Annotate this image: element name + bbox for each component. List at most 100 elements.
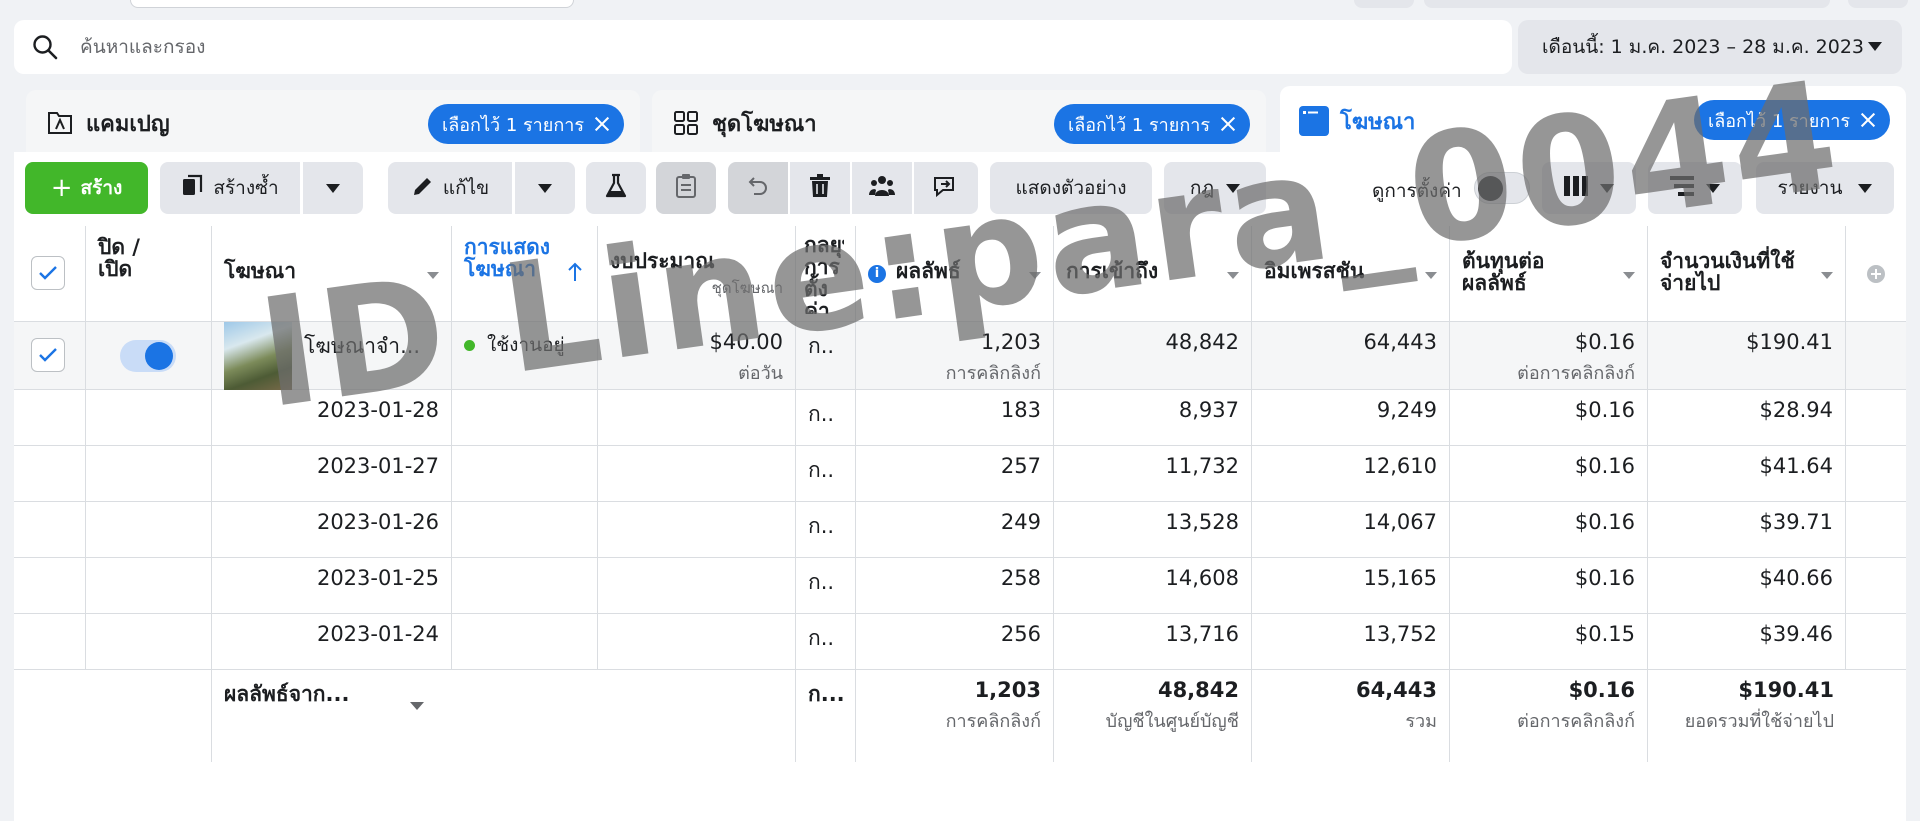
- ab-test-button[interactable]: [586, 162, 646, 214]
- ad-thumbnail[interactable]: [224, 322, 292, 390]
- header-impressions[interactable]: อิมเพรสชัน: [1252, 226, 1450, 322]
- impressions-value: 12,610: [1363, 454, 1437, 478]
- impressions-total-cell: 64,443 รวม: [1252, 670, 1450, 762]
- header-select-all: [14, 226, 86, 322]
- header-label: ผลลัพธ์: [896, 259, 961, 283]
- breakdown-button[interactable]: [1648, 162, 1742, 214]
- people-icon: [869, 174, 895, 203]
- bid-value: ก...: [808, 682, 845, 706]
- empty-cell: [452, 446, 598, 501]
- empty-cell: [598, 558, 796, 613]
- table-row-date: 2023-01-24 ก.. 256 13,716 13,752 $0.15 $…: [14, 614, 1906, 670]
- top-button-fragment[interactable]: [1606, 0, 1830, 8]
- empty-cell: [86, 558, 212, 613]
- grid-icon: [670, 107, 702, 139]
- tab-campaigns[interactable]: แคมเปญ เลือกไว้ 1 รายการ: [26, 90, 640, 156]
- empty-cell: [1846, 502, 1906, 557]
- table-row-ad[interactable]: โฆษณาจำ... ใช้งานอยู่ $40.00 ต่อวัน ก.. 1…: [14, 322, 1906, 390]
- duplicate-dropdown-button[interactable]: [303, 162, 363, 214]
- top-strip: [0, 0, 1920, 10]
- search-filter-bar[interactable]: ค้นหาและกรอง: [14, 20, 1512, 74]
- results-total-sub: การคลิกลิงก์: [945, 711, 1041, 732]
- top-input-fragment[interactable]: [130, 0, 574, 8]
- undo-button[interactable]: [728, 162, 788, 214]
- create-label: สร้าง: [80, 177, 123, 199]
- budget-cell[interactable]: $40.00 ต่อวัน: [598, 322, 796, 389]
- row-date: 2023-01-26: [316, 510, 439, 534]
- header-amount-spent[interactable]: จำนวนเงินที่ใช้จ่ายไป: [1648, 226, 1846, 322]
- rules-button[interactable]: กฎ: [1164, 162, 1266, 214]
- chevron-down-icon: [427, 272, 439, 279]
- close-icon[interactable]: [594, 116, 610, 132]
- header-add-column[interactable]: [1846, 226, 1906, 322]
- results-value: 257: [1000, 454, 1041, 478]
- header-onoff[interactable]: ปิด / เปิด: [86, 226, 212, 322]
- share-button[interactable]: [914, 162, 978, 214]
- row-checkbox[interactable]: [31, 338, 65, 372]
- ad-name-cell[interactable]: โฆษณาจำ...: [212, 322, 452, 390]
- chevron-down-icon[interactable]: [410, 702, 424, 710]
- select-all-checkbox[interactable]: [31, 256, 65, 290]
- chevron-down-icon: [1600, 183, 1614, 193]
- spent-value: $39.46: [1759, 622, 1833, 646]
- preview-button[interactable]: แสดงตัวอย่าง: [990, 162, 1152, 214]
- ad-name[interactable]: โฆษณาจำ...: [304, 330, 420, 363]
- audience-button[interactable]: [852, 162, 912, 214]
- chevron-down-icon: [538, 183, 552, 193]
- empty-cell: [1846, 558, 1906, 613]
- chevron-down-icon: [1858, 183, 1873, 193]
- header-results[interactable]: i ผลลัพธ์: [856, 226, 1054, 322]
- table-row-date: 2023-01-28 ก.. 183 8,937 9,249 $0.16 $28…: [14, 390, 1906, 446]
- duplicate-button[interactable]: สร้างซ้ำ: [160, 162, 300, 214]
- header-bid-strategy[interactable]: กลยุทธ์การตั้งค่า: [796, 226, 856, 322]
- clipboard-button[interactable]: [656, 162, 716, 214]
- header-label: จำนวนเงินที่ใช้จ่ายไป: [1660, 249, 1795, 295]
- bid-value: ก..: [808, 626, 835, 650]
- header-budget[interactable]: งบประมาณ ชุดโฆษณา: [598, 226, 796, 322]
- header-reach[interactable]: การเข้าถึง: [1054, 226, 1252, 322]
- create-button[interactable]: + สร้าง: [25, 162, 148, 214]
- tab-adsets[interactable]: ชุดโฆษณา เลือกไว้ 1 รายการ: [652, 90, 1266, 156]
- chevron-down-icon: [1623, 272, 1635, 279]
- totals-label-cell[interactable]: ผลลัพธ์จาก...: [212, 670, 452, 762]
- delete-button[interactable]: [790, 162, 850, 214]
- date-range-label: เดือนนี้: 1 ม.ค. 2023 – 28 ม.ค. 2023: [1542, 36, 1864, 58]
- status-dot: [464, 339, 475, 351]
- header-ad-name[interactable]: โฆษณา: [212, 226, 452, 322]
- close-icon[interactable]: [1220, 116, 1236, 132]
- ad-on-toggle[interactable]: [120, 340, 176, 372]
- edit-dropdown-button[interactable]: [515, 162, 575, 214]
- selected-chip[interactable]: เลือกไว้ 1 รายการ: [1054, 104, 1250, 144]
- top-button-fragment[interactable]: [1848, 0, 1908, 8]
- breakdown-icon: [1670, 175, 1694, 201]
- empty-cell: [14, 614, 86, 669]
- results-cell: 256: [856, 614, 1054, 669]
- info-icon[interactable]: i: [868, 265, 886, 283]
- spent-value: $39.71: [1759, 510, 1833, 534]
- results-cell: 1,203 การคลิกลิงก์: [856, 322, 1054, 389]
- empty-cell: [452, 614, 598, 669]
- columns-button[interactable]: [1542, 162, 1636, 214]
- view-settings-toggle[interactable]: [1474, 172, 1530, 204]
- close-icon[interactable]: [1860, 112, 1876, 128]
- selected-chip[interactable]: เลือกไว้ 1 รายการ: [428, 104, 624, 144]
- campaign-icon: [44, 107, 76, 139]
- empty-cell: [598, 502, 796, 557]
- reports-button[interactable]: รายงาน: [1756, 162, 1894, 214]
- top-button-fragment[interactable]: [1354, 0, 1414, 8]
- tab-ads[interactable]: โฆษณา เลือกไว้ 1 รายการ: [1280, 86, 1906, 156]
- totals-label: ผลลัพธ์จาก...: [224, 682, 350, 706]
- search-placeholder: ค้นหาและกรอง: [80, 36, 206, 58]
- reach-value: 8,937: [1178, 398, 1239, 422]
- date-range-picker[interactable]: เดือนนี้: 1 ม.ค. 2023 – 28 ม.ค. 2023: [1518, 20, 1902, 74]
- selected-chip[interactable]: เลือกไว้ 1 รายการ: [1694, 100, 1890, 140]
- results-value: 249: [1000, 510, 1041, 534]
- edit-button[interactable]: แก้ไข: [388, 162, 512, 214]
- cpr-cell: $0.16: [1450, 558, 1648, 613]
- cpr-cell: $0.16 ต่อการคลิกลิงก์: [1450, 322, 1648, 389]
- header-cost-per-result[interactable]: ต้นทุนต่อผลลัพธ์: [1450, 226, 1648, 322]
- header-delivery[interactable]: การแสดงโฆษณา: [452, 226, 598, 322]
- row-date: 2023-01-24: [316, 622, 439, 646]
- top-button-fragment[interactable]: [1424, 0, 1628, 8]
- impressions-cell: 12,610: [1252, 446, 1450, 501]
